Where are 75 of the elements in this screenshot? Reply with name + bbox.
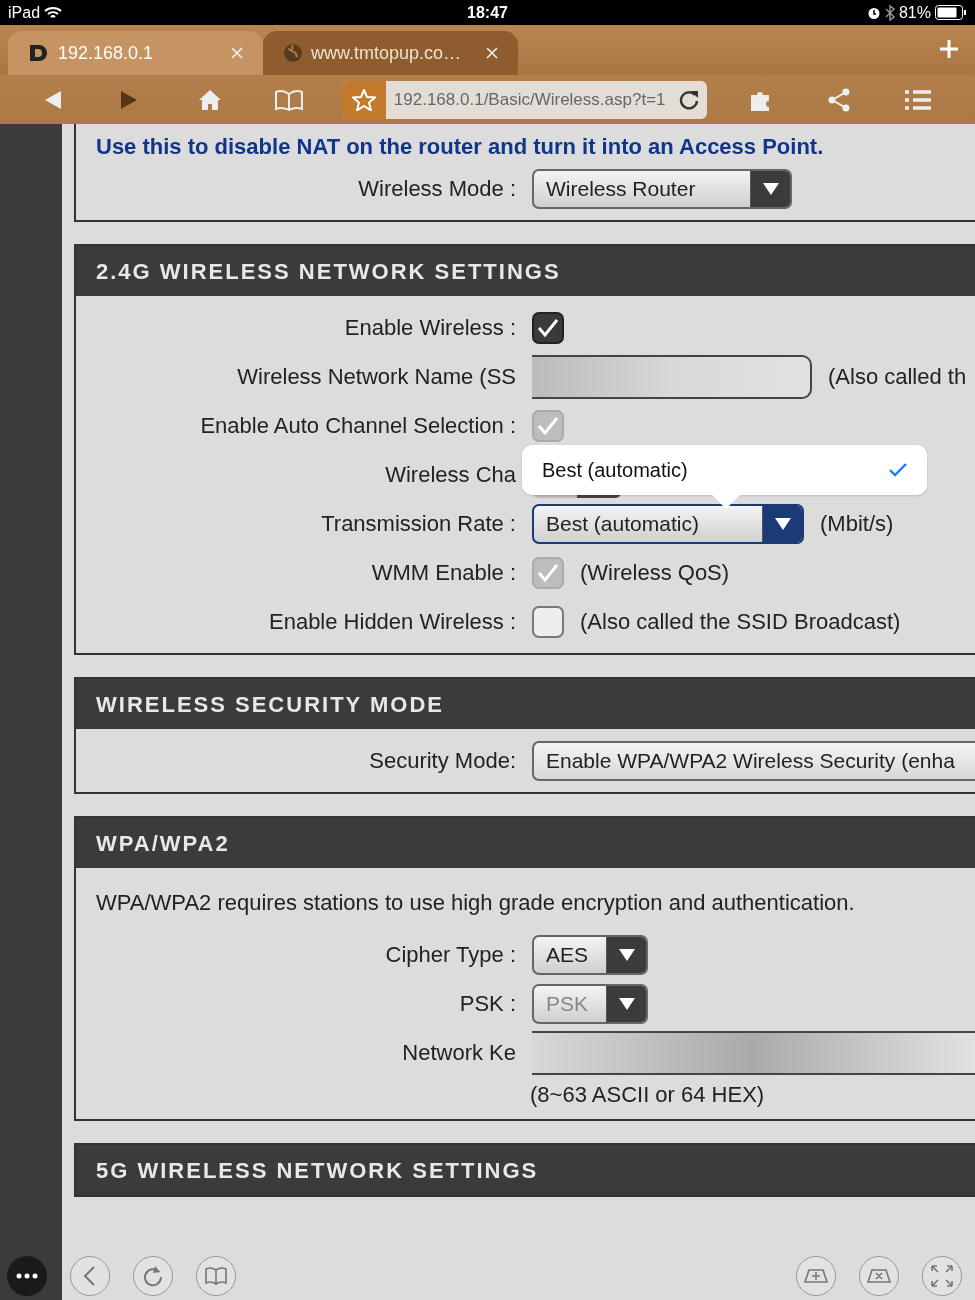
- intro-text: Use this to disable NAT on the router and turn it into an Access Point.: [95, 133, 825, 161]
- battery-icon: [935, 5, 967, 20]
- field-label: Wireless Network Name (SS: [236, 363, 516, 391]
- more-icon: [16, 1273, 38, 1279]
- bookmarks-icon[interactable]: [273, 88, 304, 111]
- url-text: 192.168.0.1/Basic/Wireless.asp?t=1: [392, 88, 666, 111]
- field-label: Wireless Cha: [384, 461, 516, 489]
- hint-text: (8~63 ASCII or 64 HEX): [530, 1081, 765, 1109]
- section-header: WIRELESS SECURITY MODE: [76, 679, 975, 729]
- home-icon[interactable]: [197, 88, 222, 111]
- carrier-label: iPad: [8, 2, 41, 23]
- field-note: (Also called th: [828, 363, 967, 391]
- reload-button[interactable]: [133, 1256, 173, 1296]
- field-note: (Also called the SSID Broadcast): [580, 608, 901, 636]
- pixelated-input-field[interactable]: [532, 354, 812, 399]
- field-label: Enable Auto Channel Selection :: [199, 412, 516, 440]
- bookmarks-icon: [204, 1264, 228, 1288]
- dropdown-select[interactable]: Enable WPA/WPA2 Wireless Security (enha: [532, 740, 975, 781]
- checkbox[interactable]: [532, 605, 564, 638]
- letter-mark-icon: [28, 43, 50, 63]
- dropdown-arrow-icon: [761, 181, 780, 196]
- dropdown-select[interactable]: Best (automatic): [532, 503, 804, 544]
- close-icon[interactable]: [486, 47, 498, 59]
- dropdown-select[interactable]: Wireless Router: [532, 168, 792, 209]
- reload-icon: [141, 1264, 165, 1288]
- tab-title: 192.168.0.1: [58, 41, 155, 65]
- checkbox[interactable]: [532, 311, 564, 344]
- bluetooth-icon: [884, 4, 895, 21]
- field-note: (Wireless QoS): [580, 559, 730, 587]
- wifi-icon: [44, 5, 63, 20]
- dropdown-select[interactable]: AES: [532, 934, 648, 975]
- share-icon[interactable]: [827, 87, 852, 112]
- field-label: WMM Enable :: [370, 559, 516, 587]
- clock-time: 18:47: [467, 2, 508, 23]
- section-header: 5G WIRELESS NETWORK SETTINGS: [76, 1145, 975, 1195]
- field-label: Transmission Rate :: [320, 510, 516, 538]
- alarm-icon: [866, 5, 881, 20]
- popover-option[interactable]: Best (automatic): [542, 455, 907, 485]
- checkmark-icon: [889, 463, 907, 477]
- pixelated-input-field[interactable]: [532, 1030, 975, 1075]
- dropdown-arrow-icon: [617, 996, 636, 1011]
- battery-percent: 81%: [898, 2, 931, 23]
- close-tab-button[interactable]: [859, 1256, 899, 1296]
- forward-icon[interactable]: [119, 89, 138, 110]
- dropdown-arrow-icon: [617, 947, 636, 962]
- tab-title: www.tmtopup.co…: [311, 41, 463, 65]
- star-icon[interactable]: [351, 88, 376, 111]
- checkmark-icon: [537, 317, 559, 338]
- checkmark-icon: [537, 415, 559, 436]
- browser-tab[interactable]: www.tmtopup.co…: [263, 31, 518, 75]
- section-header: WPA/WPA2: [76, 818, 975, 868]
- back-icon[interactable]: [44, 89, 62, 110]
- add-tab-icon[interactable]: [939, 39, 959, 59]
- fullscreen-icon: [930, 1264, 954, 1288]
- field-label: PSK :: [458, 990, 516, 1018]
- back-button[interactable]: [70, 1256, 110, 1296]
- dropdown-arrow-icon: [773, 516, 792, 531]
- globe-icon: [283, 43, 303, 63]
- fullscreen-button[interactable]: [922, 1256, 962, 1296]
- field-label: Wireless Mode :: [357, 175, 516, 203]
- bookmarks-button[interactable]: [196, 1256, 236, 1296]
- intro-text: WPA/WPA2 requires stations to use high grade encryption and authentication.: [95, 889, 856, 917]
- field-label: Cipher Type :: [384, 941, 516, 969]
- field-label: Enable Wireless :: [343, 314, 516, 342]
- field-label: Security Mode:: [368, 747, 516, 775]
- field-label: Network Ke: [401, 1039, 516, 1067]
- reload-icon[interactable]: [679, 89, 700, 110]
- section-header: 2.4G WIRELESS NETWORK SETTINGS: [76, 246, 975, 296]
- menu-icon[interactable]: [905, 88, 931, 111]
- field-label: Enable Hidden Wireless :: [268, 608, 516, 636]
- new-tab-button[interactable]: [796, 1256, 836, 1296]
- field-note: (Mbit/s): [820, 510, 894, 538]
- checkmark-icon: [537, 562, 559, 583]
- address-bar[interactable]: 192.168.0.1/Basic/Wireless.asp?t=1: [341, 80, 708, 119]
- close-icon[interactable]: [231, 47, 243, 59]
